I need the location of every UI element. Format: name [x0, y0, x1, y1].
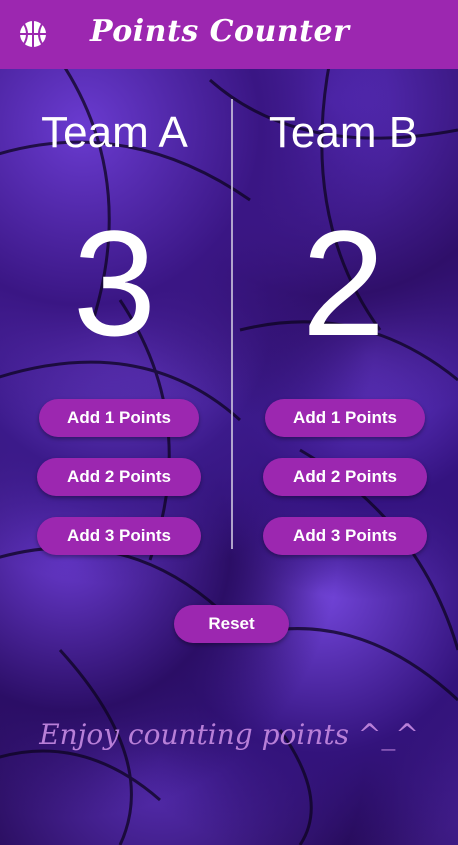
app-title: Points Counter — [90, 14, 350, 49]
team-b-add-2-button[interactable]: Add 2 Points — [263, 458, 427, 496]
team-a-add-1-button[interactable]: Add 1 Points — [39, 399, 199, 437]
team-a-score: 3 — [72, 199, 157, 367]
team-b-add-3-button[interactable]: Add 3 Points — [263, 517, 427, 555]
reset-button[interactable]: Reset — [174, 605, 289, 643]
team-b-name: Team B — [268, 108, 419, 157]
app-bar: Points Counter — [0, 0, 458, 69]
team-b-score: 2 — [301, 199, 386, 367]
team-a-add-2-button[interactable]: Add 2 Points — [37, 458, 201, 496]
team-b-add-1-button[interactable]: Add 1 Points — [265, 399, 425, 437]
team-a-name: Team A — [41, 108, 188, 157]
basketball-icon — [20, 21, 46, 47]
team-a-add-3-button[interactable]: Add 3 Points — [37, 517, 201, 555]
footer-message: Enjoy counting points ^_^ — [39, 718, 419, 751]
